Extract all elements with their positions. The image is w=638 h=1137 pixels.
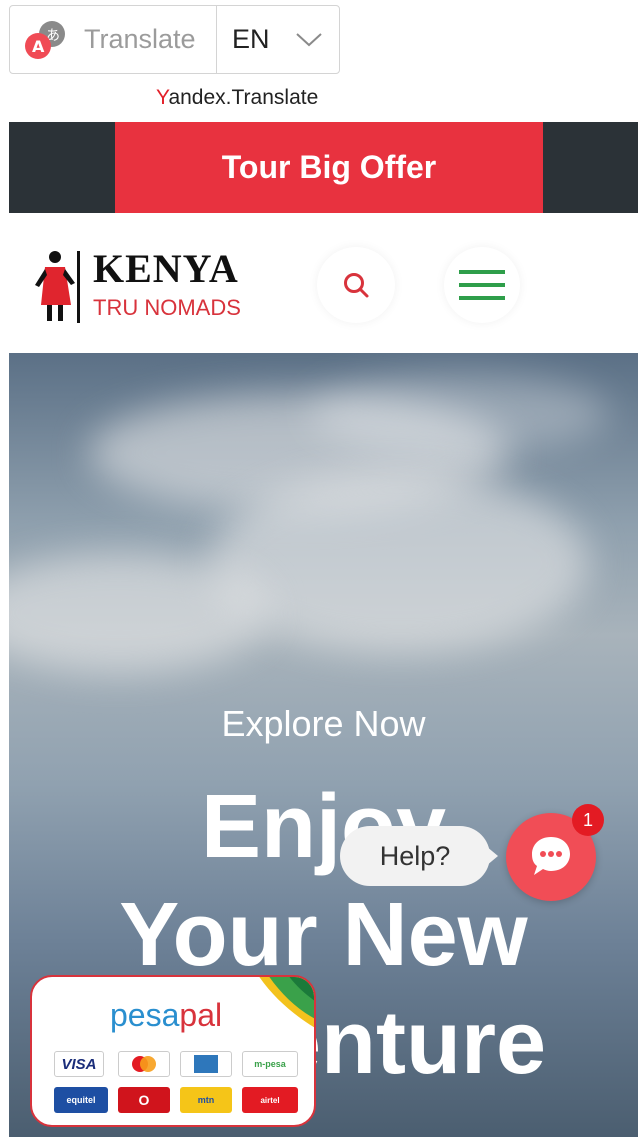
yandex-rest: andex.Translate	[168, 86, 319, 109]
pesapal-pal: pal	[179, 997, 223, 1033]
divider	[216, 6, 217, 73]
help-bubble-tail	[486, 846, 498, 866]
pesapal-pesa: pesa	[110, 997, 180, 1033]
mtn-logo: mtn	[180, 1087, 232, 1113]
search-icon	[344, 273, 369, 298]
hero-kicker: Explore Now	[221, 703, 426, 744]
notification-badge: 1	[572, 804, 604, 836]
equitel-logo: equitel	[54, 1087, 108, 1113]
mpesa-logo: m-pesa	[242, 1051, 298, 1077]
translate-label: Translate	[84, 24, 196, 54]
amex-logo	[180, 1051, 232, 1077]
translate-icon: あ A	[25, 21, 65, 59]
chevron-down-icon[interactable]	[295, 32, 323, 48]
visa-logo: VISA	[54, 1051, 104, 1077]
logo-subtitle: TRU NOMADS	[93, 295, 241, 320]
tour-big-offer-button[interactable]: Tour Big Offer	[115, 122, 543, 213]
site-header: KENYA TRU NOMADS	[9, 213, 638, 353]
language-select[interactable]: EN	[232, 24, 270, 55]
logo-title: KENYA	[93, 246, 239, 291]
site-logo[interactable]: KENYA TRU NOMADS	[33, 243, 263, 323]
pesapal-payment-card[interactable]: pesapal VISA m-pesa equitel O mtn airtel	[30, 975, 316, 1127]
yandex-translate-link[interactable]: Yandex.Translate	[156, 86, 318, 110]
logo-spear	[77, 251, 80, 323]
mastercard-icon	[132, 1056, 156, 1072]
hamburger-menu-icon	[459, 270, 505, 300]
yandex-y: Y	[156, 86, 169, 109]
svg-text:A: A	[32, 37, 45, 56]
translate-button[interactable]: あ A Translate	[10, 6, 216, 73]
mastercard-logo	[118, 1051, 170, 1077]
maasai-figure-icon	[35, 251, 75, 321]
airtel-money-logo: airtel	[242, 1087, 298, 1113]
pesapal-logo: pesapal	[110, 997, 222, 1034]
help-bubble[interactable]: Help?	[340, 826, 490, 886]
search-button[interactable]	[317, 247, 395, 323]
pesapal-leaf-icon	[259, 977, 314, 1028]
translate-widget[interactable]: あ A Translate EN	[9, 5, 340, 74]
offer-bar: Tour Big Offer	[9, 122, 638, 213]
vodafone-logo: O	[118, 1087, 170, 1113]
chat-icon	[532, 837, 570, 875]
menu-button[interactable]	[444, 247, 520, 323]
